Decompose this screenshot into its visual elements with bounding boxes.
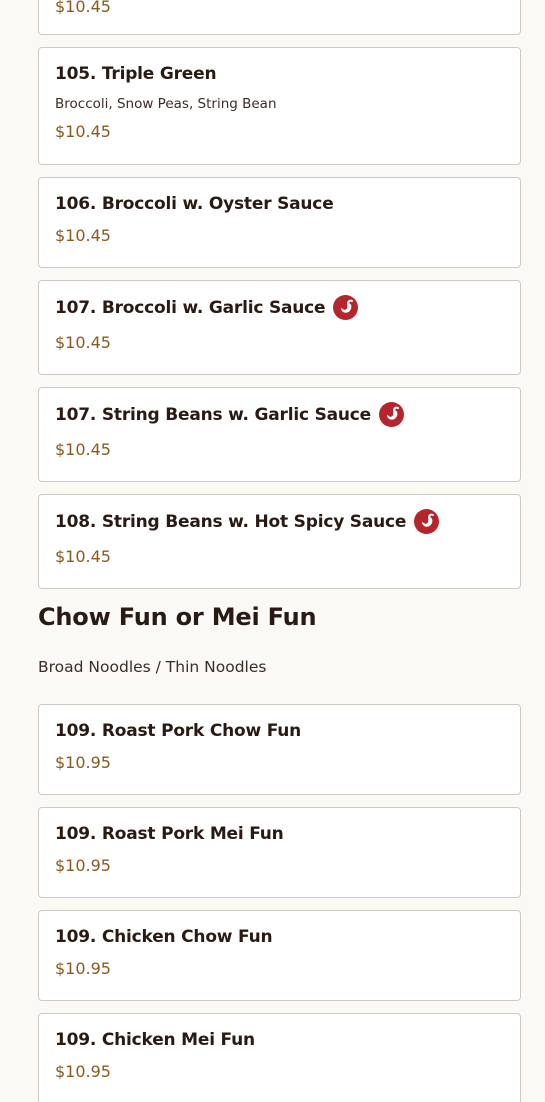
item-name: 107. Broccoli w. Garlic Sauce	[55, 297, 326, 318]
menu-item-card[interactable]: 107. String Beans w. Garlic Sauce $10.45	[38, 387, 521, 482]
menu-item-card[interactable]: 109. Chicken Mei Fun $10.95	[38, 1013, 521, 1102]
item-name: 105. Triple Green	[55, 64, 217, 84]
item-name: 109. Roast Pork Mei Fun	[55, 824, 284, 844]
chili-pepper-icon	[379, 402, 405, 427]
item-name: 108. String Beans w. Hot Spicy Sauce	[55, 511, 407, 532]
chili-pepper-icon	[414, 509, 440, 534]
item-price: $10.95	[55, 1062, 111, 1081]
menu-item-card[interactable]: 109. Roast Pork Chow Fun $10.95	[38, 704, 521, 795]
item-name: 109. Roast Pork Chow Fun	[55, 721, 302, 741]
chili-pepper-icon	[333, 295, 359, 320]
item-price: $10.95	[55, 856, 111, 875]
section-header: Chow Fun or Mei Fun Broad Noodles / Thin…	[38, 601, 521, 704]
item-price: $10.95	[55, 753, 111, 772]
menu-item-card[interactable]: 105. Triple Green Broccoli, Snow Peas, S…	[38, 47, 521, 165]
item-name-row: 107. Broccoli w. Garlic Sauce	[55, 295, 504, 320]
item-name: 107. String Beans w. Garlic Sauce	[55, 404, 372, 425]
section-subtitle: Broad Noodles / Thin Noodles	[38, 658, 267, 676]
menu-item-card[interactable]: 106. Broccoli w. Oyster Sauce $10.45	[38, 177, 521, 268]
item-name-row: 107. String Beans w. Garlic Sauce	[55, 402, 504, 427]
item-price: $10.45	[55, 333, 111, 352]
item-price: $10.45	[55, 0, 111, 16]
item-name: 106. Broccoli w. Oyster Sauce	[55, 194, 334, 214]
item-price: $10.45	[55, 122, 111, 141]
menu-page: $10.45 105. Triple Green Broccoli, Snow …	[38, 0, 521, 1102]
item-price: $10.45	[55, 547, 111, 566]
menu-item-card[interactable]: 108. String Beans w. Hot Spicy Sauce $10…	[38, 494, 521, 589]
menu-item-card[interactable]: $10.45	[38, 0, 521, 35]
menu-item-card[interactable]: 107. Broccoli w. Garlic Sauce $10.45	[38, 280, 521, 375]
item-description: Broccoli, Snow Peas, String Bean	[55, 96, 277, 112]
menu-item-card[interactable]: 109. Chicken Chow Fun $10.95	[38, 910, 521, 1001]
item-name: 109. Chicken Chow Fun	[55, 927, 273, 947]
item-price: $10.45	[55, 226, 111, 245]
menu-item-card[interactable]: 109. Roast Pork Mei Fun $10.95	[38, 807, 521, 898]
section-title: Chow Fun or Mei Fun	[38, 603, 317, 631]
item-price: $10.95	[55, 959, 111, 978]
item-price: $10.45	[55, 440, 111, 459]
item-name: 109. Chicken Mei Fun	[55, 1030, 255, 1050]
item-name-row: 108. String Beans w. Hot Spicy Sauce	[55, 509, 504, 534]
